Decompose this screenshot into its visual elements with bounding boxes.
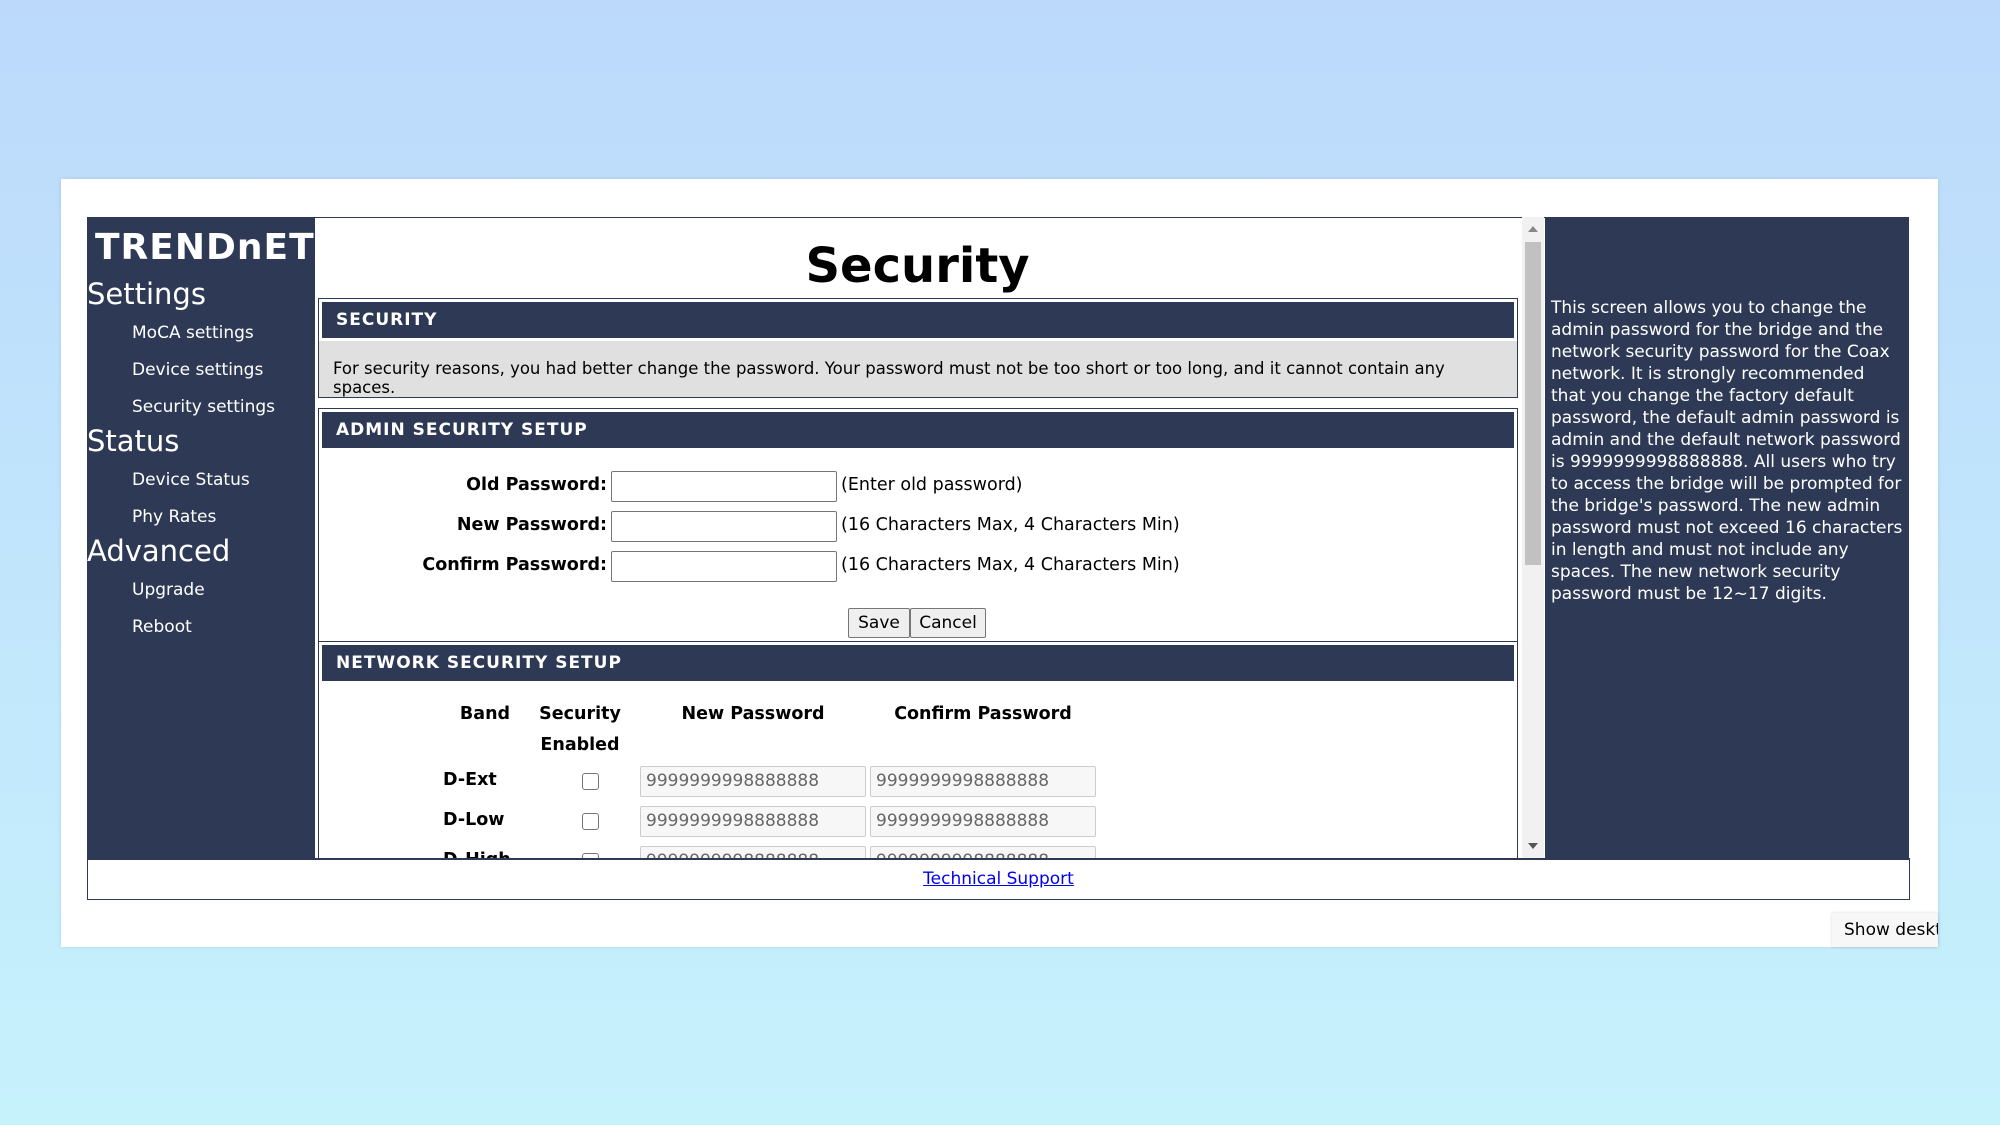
section-advanced: Advanced bbox=[87, 534, 231, 568]
sidebar: TRENDnET® Settings MoCA settings Device … bbox=[87, 217, 324, 858]
band-label: D-Ext bbox=[443, 770, 497, 790]
column-new-password: New Password bbox=[681, 704, 825, 724]
network-new-password-input[interactable]: 9999999998888888 bbox=[640, 766, 866, 797]
security-header: SECURITY bbox=[322, 302, 1514, 338]
security-enabled-checkbox[interactable] bbox=[582, 773, 599, 790]
new-password-label: New Password: bbox=[456, 515, 607, 535]
band-label: D-Low bbox=[443, 810, 505, 830]
section-status: Status bbox=[87, 424, 180, 458]
old-password-input[interactable] bbox=[611, 471, 837, 502]
section-settings: Settings bbox=[87, 277, 206, 311]
new-password-hint: (16 Characters Max, 4 Characters Min) bbox=[841, 515, 1180, 535]
network-confirm-password-input[interactable]: 9999999998888888 bbox=[870, 846, 1096, 858]
sidebar-item-device-settings[interactable]: Device settings bbox=[132, 360, 263, 380]
new-password-input[interactable] bbox=[611, 511, 837, 542]
help-text: This screen allows you to change the adm… bbox=[1551, 298, 1903, 604]
network-confirm-password-input[interactable]: 9999999998888888 bbox=[870, 766, 1096, 797]
old-password-label: Old Password: bbox=[466, 475, 607, 495]
column-confirm-password: Confirm Password bbox=[894, 704, 1072, 724]
save-button[interactable]: Save bbox=[848, 608, 910, 638]
cancel-button[interactable]: Cancel bbox=[910, 608, 986, 638]
confirm-password-input[interactable] bbox=[611, 551, 837, 582]
admin-header: ADMIN SECURITY SETUP bbox=[322, 412, 1514, 448]
security-section: SECURITY For security reasons, you had b… bbox=[318, 298, 1518, 398]
network-header: NETWORK SECURITY SETUP bbox=[322, 645, 1514, 681]
trendnet-logo: TRENDnET® bbox=[95, 227, 324, 268]
sidebar-item-upgrade[interactable]: Upgrade bbox=[132, 580, 205, 600]
network-confirm-password-input[interactable]: 9999999998888888 bbox=[870, 806, 1096, 837]
scroll-down-arrow-icon[interactable] bbox=[1528, 843, 1538, 849]
page-title: Security bbox=[805, 238, 1030, 294]
sidebar-item-reboot[interactable]: Reboot bbox=[132, 617, 192, 637]
show-desktop-button[interactable]: Show desktop bbox=[1832, 913, 1938, 947]
sidebar-item-moca-settings[interactable]: MoCA settings bbox=[132, 323, 254, 343]
scrollbar-thumb[interactable] bbox=[1525, 242, 1541, 565]
confirm-password-label: Confirm Password: bbox=[422, 555, 607, 575]
column-band: Band bbox=[459, 704, 511, 724]
confirm-password-hint: (16 Characters Max, 4 Characters Min) bbox=[841, 555, 1180, 575]
sidebar-item-phy-rates[interactable]: Phy Rates bbox=[132, 507, 216, 527]
help-panel: This screen allows you to change the adm… bbox=[1545, 217, 1909, 858]
security-enabled-checkbox[interactable] bbox=[582, 813, 599, 830]
sidebar-item-security-settings[interactable]: Security settings bbox=[132, 397, 275, 417]
scrollbar[interactable] bbox=[1522, 217, 1544, 858]
scroll-up-arrow-icon[interactable] bbox=[1528, 226, 1538, 232]
column-enabled: Enabled bbox=[540, 735, 620, 755]
network-new-password-input[interactable]: 9999999998888888 bbox=[640, 846, 866, 858]
sidebar-item-device-status[interactable]: Device Status bbox=[132, 470, 250, 490]
technical-support-link[interactable]: Technical Support bbox=[923, 869, 1074, 889]
main-content: Security SECURITY For security reasons, … bbox=[315, 217, 1545, 858]
security-description: For security reasons, you had better cha… bbox=[319, 341, 1517, 397]
band-label: D-High bbox=[443, 850, 511, 858]
footer: Technical Support bbox=[87, 858, 1910, 900]
old-password-hint: (Enter old password) bbox=[841, 475, 1023, 495]
network-new-password-input[interactable]: 9999999998888888 bbox=[640, 806, 866, 837]
column-security: Security bbox=[539, 704, 621, 724]
